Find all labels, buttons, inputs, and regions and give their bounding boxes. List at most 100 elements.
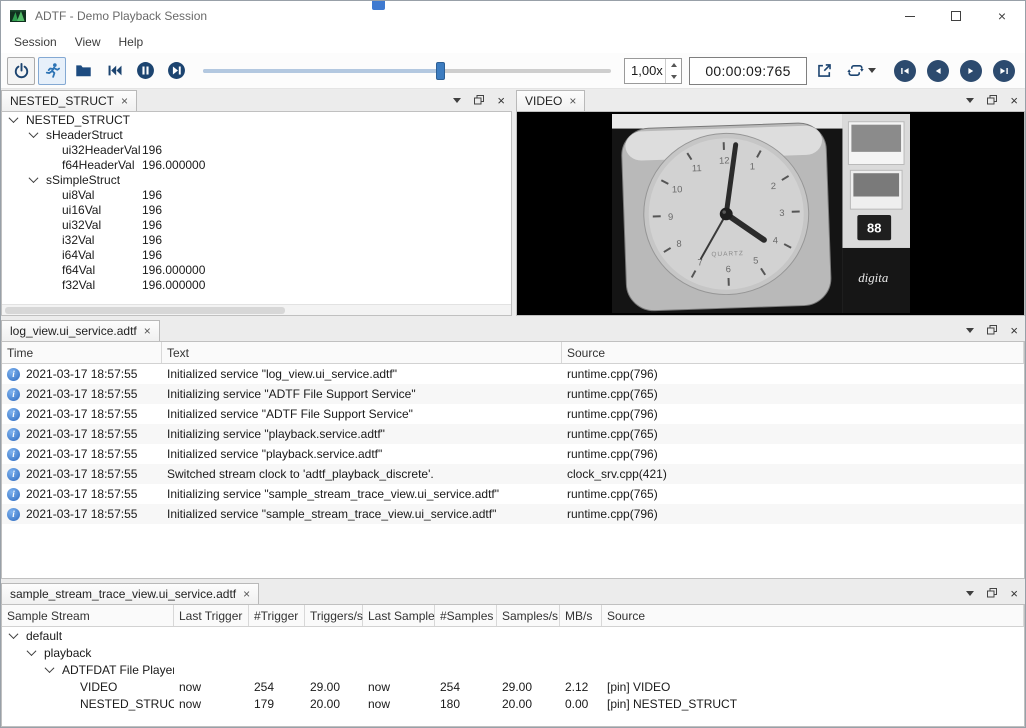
info-icon: i bbox=[7, 408, 20, 421]
table-row[interactable]: ADTFDAT File Player bbox=[2, 661, 1024, 678]
panel-float-button[interactable] bbox=[473, 94, 485, 106]
table-row[interactable]: VIDEO now 254 29.00 now 254 29.00 2.12 [… bbox=[2, 678, 1024, 695]
minimize-button[interactable] bbox=[887, 1, 933, 31]
expander-icon[interactable] bbox=[29, 128, 39, 138]
panel-menu-button[interactable] bbox=[453, 98, 461, 103]
panel-float-button[interactable] bbox=[986, 94, 998, 106]
expander-icon[interactable] bbox=[29, 173, 39, 183]
skip-to-start-button[interactable] bbox=[100, 57, 128, 85]
expander-icon[interactable] bbox=[9, 113, 19, 123]
column-header-mb-s[interactable]: MB/s bbox=[560, 605, 602, 626]
column-header-samples-s[interactable]: Samples/s bbox=[497, 605, 560, 626]
tree-item[interactable]: f32Val196.000000 bbox=[2, 277, 511, 292]
panel-menu-button[interactable] bbox=[966, 98, 974, 103]
column-header-source[interactable]: Source bbox=[562, 342, 1024, 363]
tab-close-icon[interactable]: × bbox=[144, 324, 151, 338]
table-row[interactable]: NESTED_STRUCT now 179 20.00 now 180 20.0… bbox=[2, 695, 1024, 712]
close-button[interactable]: × bbox=[979, 1, 1025, 31]
expander-icon[interactable] bbox=[9, 629, 19, 639]
column-header-source[interactable]: Source bbox=[602, 605, 1024, 626]
cell-source: runtime.cpp(796) bbox=[562, 367, 1024, 381]
tab-nested-struct[interactable]: NESTED_STRUCT × bbox=[1, 90, 137, 111]
skip-to-start-icon bbox=[106, 62, 123, 79]
detach-button[interactable] bbox=[810, 57, 838, 85]
table-row[interactable]: i2021-03-17 18:57:55Initializing service… bbox=[2, 484, 1024, 504]
tab-close-icon[interactable]: × bbox=[121, 94, 128, 108]
tree-item[interactable]: ui16Val196 bbox=[2, 202, 511, 217]
video-frame: 12 1 2 3 4 5 6 7 8 9 10 bbox=[516, 111, 1025, 316]
column-header-time[interactable]: Time bbox=[2, 342, 162, 363]
tree-item[interactable]: ui32Val196 bbox=[2, 217, 511, 232]
table-row[interactable]: default bbox=[2, 627, 1024, 644]
tree-label: f64HeaderVal bbox=[62, 158, 135, 172]
loop-button[interactable] bbox=[841, 57, 881, 85]
cell-text: Initialized service "log_view.ui_service… bbox=[162, 367, 562, 381]
tab-close-icon[interactable]: × bbox=[243, 587, 250, 601]
timeline-slider[interactable] bbox=[203, 57, 611, 85]
tree-item[interactable]: f64HeaderVal196.000000 bbox=[2, 157, 511, 172]
tab-close-icon[interactable]: × bbox=[569, 94, 576, 108]
tab-video[interactable]: VIDEO × bbox=[516, 90, 585, 111]
tree-item[interactable]: ui32HeaderVal196 bbox=[2, 142, 511, 157]
menu-session[interactable]: Session bbox=[5, 35, 66, 49]
step-forward-marker-button[interactable] bbox=[960, 60, 982, 82]
panel-sample-stream-trace: sample_stream_trace_view.ui_service.adtf… bbox=[1, 582, 1025, 727]
column-header-last-sample[interactable]: Last Sample bbox=[363, 605, 435, 626]
scrollbar-horizontal[interactable] bbox=[2, 304, 511, 315]
table-row[interactable]: i2021-03-17 18:57:55Initializing service… bbox=[2, 384, 1024, 404]
cell-last-trigger: now bbox=[174, 680, 249, 694]
tree-item[interactable]: sSimpleStruct bbox=[2, 172, 511, 187]
table-row[interactable]: i2021-03-17 18:57:55Initialized service … bbox=[2, 444, 1024, 464]
panel-close-button[interactable]: × bbox=[1010, 586, 1018, 601]
spin-up-icon[interactable] bbox=[666, 59, 681, 71]
slider-handle[interactable] bbox=[436, 62, 445, 80]
cell-source: runtime.cpp(796) bbox=[562, 447, 1024, 461]
expander-icon[interactable] bbox=[45, 663, 55, 673]
panel-float-button[interactable] bbox=[986, 324, 998, 336]
next-marker-button[interactable] bbox=[993, 60, 1015, 82]
run-button[interactable] bbox=[38, 57, 66, 85]
pause-button[interactable] bbox=[131, 57, 159, 85]
back-marker-icon bbox=[933, 66, 943, 76]
table-row[interactable]: i2021-03-17 18:57:55Initializing service… bbox=[2, 424, 1024, 444]
open-file-button[interactable] bbox=[69, 57, 97, 85]
tree-item[interactable]: f64Val196.000000 bbox=[2, 262, 511, 277]
column-header-triggers-s[interactable]: Triggers/s bbox=[305, 605, 363, 626]
panel-close-button[interactable]: × bbox=[1010, 323, 1018, 338]
tree-item[interactable]: i32Val196 bbox=[2, 232, 511, 247]
step-forward-button[interactable] bbox=[162, 57, 190, 85]
tab-trace-view[interactable]: sample_stream_trace_view.ui_service.adtf… bbox=[1, 583, 259, 604]
table-row[interactable]: i2021-03-17 18:57:55Switched stream cloc… bbox=[2, 464, 1024, 484]
spin-down-icon[interactable] bbox=[666, 71, 681, 83]
menu-help[interactable]: Help bbox=[110, 35, 153, 49]
shutdown-button[interactable] bbox=[7, 57, 35, 85]
tree-item[interactable]: i64Val196 bbox=[2, 247, 511, 262]
panel-float-button[interactable] bbox=[986, 587, 998, 599]
table-row[interactable]: i2021-03-17 18:57:55Initialized service … bbox=[2, 364, 1024, 384]
menu-view[interactable]: View bbox=[66, 35, 110, 49]
table-row[interactable]: playback bbox=[2, 644, 1024, 661]
column-header-sample-stream[interactable]: Sample Stream bbox=[2, 605, 174, 626]
column-header-num-trigger[interactable]: #Trigger bbox=[249, 605, 305, 626]
expander-icon[interactable] bbox=[27, 646, 37, 656]
step-back-marker-button[interactable] bbox=[927, 60, 949, 82]
column-header-text[interactable]: Text bbox=[162, 342, 562, 363]
panel-close-button[interactable]: × bbox=[497, 93, 505, 108]
table-row[interactable]: i2021-03-17 18:57:55Initialized service … bbox=[2, 504, 1024, 524]
scrollbar-thumb[interactable] bbox=[5, 307, 285, 314]
table-row[interactable]: i2021-03-17 18:57:55Initialized service … bbox=[2, 404, 1024, 424]
column-header-last-trigger[interactable]: Last Trigger bbox=[174, 605, 249, 626]
tab-log-view[interactable]: log_view.ui_service.adtf × bbox=[1, 320, 160, 341]
prev-marker-button[interactable] bbox=[894, 60, 916, 82]
tree-item[interactable]: NESTED_STRUCT bbox=[2, 112, 511, 127]
tree-item[interactable]: ui8Val196 bbox=[2, 187, 511, 202]
window-controls: × bbox=[887, 1, 1025, 31]
speed-spinbox[interactable]: 1,00x bbox=[624, 58, 682, 84]
maximize-button[interactable] bbox=[933, 1, 979, 31]
tree-item[interactable]: sHeaderStruct bbox=[2, 127, 511, 142]
time-display[interactable]: 00:00:09:765 bbox=[689, 57, 807, 85]
column-header-num-samples[interactable]: #Samples bbox=[435, 605, 497, 626]
panel-menu-button[interactable] bbox=[966, 591, 974, 596]
panel-menu-button[interactable] bbox=[966, 328, 974, 333]
panel-close-button[interactable]: × bbox=[1010, 93, 1018, 108]
